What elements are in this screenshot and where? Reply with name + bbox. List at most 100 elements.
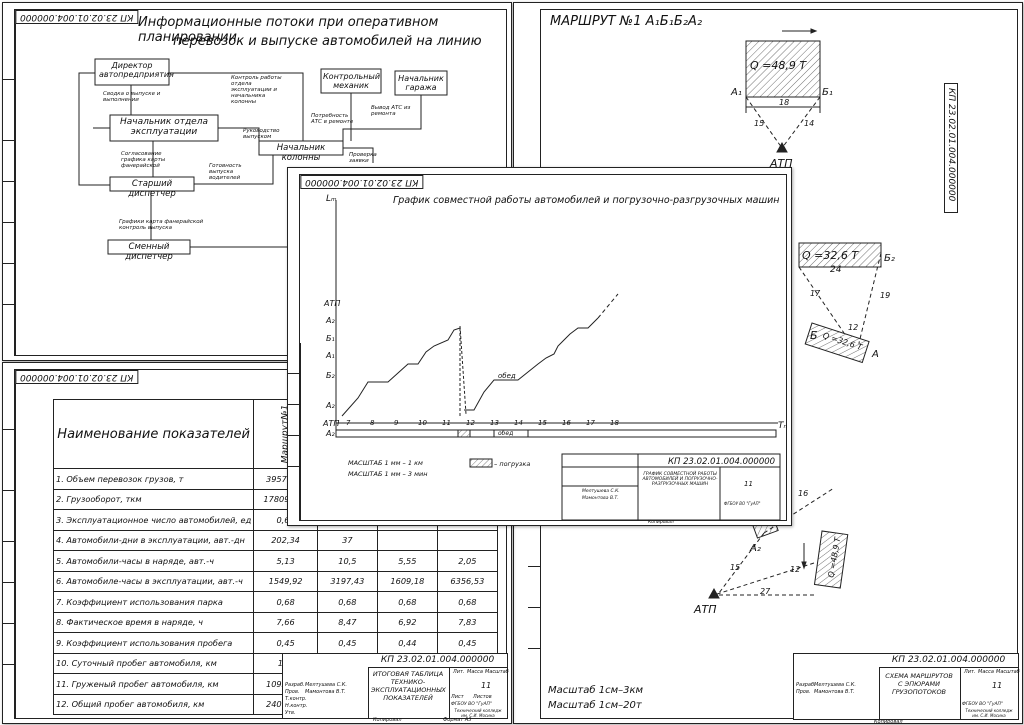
row-value: 0,45 bbox=[253, 632, 318, 654]
stamp-sheet-count: 11 bbox=[992, 681, 1003, 690]
row-value: 1609,18 bbox=[376, 570, 438, 592]
stamp-author: Мелтушева С.К. bbox=[582, 489, 620, 494]
x-tick: 15 bbox=[538, 419, 547, 427]
stamp-code: КП 23.02.01.004.000000 bbox=[668, 457, 776, 467]
table-row: 5. Автомобили-часы в наряде, авт.-ч 5,13 1… bbox=[52, 550, 498, 572]
point-b: Б bbox=[810, 329, 818, 342]
copied-by: Копировал bbox=[648, 520, 674, 525]
point-a2: А₂ bbox=[750, 543, 761, 554]
stamp-kontr: Т.контр. bbox=[285, 696, 307, 702]
point-a1: А₁ bbox=[731, 87, 742, 98]
dist-12-a: 12 bbox=[848, 323, 859, 332]
stamp-checker: Мамонтова В.Т. bbox=[305, 689, 346, 695]
box-control-mechanic: Контрольный механик bbox=[323, 72, 381, 90]
sheet-stub bbox=[3, 369, 16, 719]
row-value: 2,05 bbox=[436, 550, 498, 572]
x-tick: 7 bbox=[346, 419, 351, 427]
stamp-author: Мелтушева С.К. bbox=[814, 682, 856, 688]
table-row: 7. Коэффициент использования парка 0,68 0,… bbox=[52, 591, 498, 613]
row-name: 5. Автомобили-часы в наряде, авт.-ч bbox=[52, 550, 255, 572]
point-b1: Б₁ bbox=[822, 87, 833, 98]
x-tick: 8 bbox=[370, 419, 375, 427]
stamp-sheet-count: 11 bbox=[744, 480, 753, 488]
dist-14: 14 bbox=[804, 119, 815, 128]
label-potrebnost: Потребность АТС в ремонте bbox=[311, 113, 354, 125]
title-block: КП 23.02.01.004.000000 СХЕМА МАРШРУТОВ С… bbox=[793, 653, 1020, 720]
row-value: 0,68 bbox=[316, 591, 378, 613]
stamp-title: СХЕМА МАРШРУТОВ С ЭПЮРАМИ ГРУЗОПОТОКОВ bbox=[885, 672, 953, 696]
box-director: Директор автопредприятия bbox=[99, 61, 174, 79]
row-value: 8,47 bbox=[316, 611, 378, 633]
x-tick: 11 bbox=[442, 419, 451, 427]
dist-16: 16 bbox=[798, 489, 809, 498]
table-row: 6. Автомобиле-часы в эксплуатации, авт.-… bbox=[52, 570, 498, 592]
row-name: 2. Грузооборот, ткм bbox=[52, 488, 255, 510]
stamp-lit: Лит. bbox=[964, 669, 976, 675]
stamp-code: КП 23.02.01.004.000000 bbox=[891, 655, 1006, 665]
x-tick: 18 bbox=[610, 419, 619, 427]
label-proverka: Проверка заявки bbox=[349, 152, 377, 164]
stamp-prov: Пров. bbox=[796, 689, 811, 695]
row-value: 0,45 bbox=[436, 632, 498, 654]
row-value: 37 bbox=[316, 529, 378, 551]
stamp-massa: Масса bbox=[467, 669, 483, 675]
row-name: 10. Суточный пробег автомобиля, км bbox=[52, 652, 255, 674]
box-shift-dispatcher: Сменный диспетчер bbox=[125, 242, 173, 262]
table-row: 8. Фактическое время в наряде, ч 7,66 8,47… bbox=[52, 611, 498, 633]
row-value bbox=[436, 529, 498, 551]
stamp-title: ИТОГОВАЯ ТАБЛИЦА ТЕХНИКО-ЭКСПЛУАТАЦИОННЫ… bbox=[371, 670, 446, 702]
box-dept-chief: Начальник отдела эксплуатации bbox=[120, 117, 208, 137]
copied-by: Копировал bbox=[874, 719, 903, 724]
stamp-org: ФГБОУ ВО "ГуАП" bbox=[962, 702, 1004, 707]
row-value: 0,68 bbox=[436, 591, 498, 613]
scale-km: Масштаб 1см–3км bbox=[548, 685, 644, 696]
label-rukovodstvo: Руководство выпуском bbox=[243, 128, 280, 140]
table-row: 9. Коэффициент использования пробега 0,45… bbox=[52, 632, 498, 654]
format-label: Формат А3 bbox=[443, 717, 472, 723]
row-value: 202,34 bbox=[253, 529, 318, 551]
y-tick-a2-low: А₂ bbox=[326, 401, 335, 410]
dist-27: 27 bbox=[760, 587, 771, 596]
row-name: 9. Коэффициент использования пробега bbox=[52, 632, 255, 654]
stamp-checker: Мамонтова В.Т. bbox=[814, 689, 855, 695]
y-tick-a2: А₂ bbox=[326, 316, 335, 325]
stamp-org: ФГБОУ ВО "ГуАП" bbox=[724, 501, 761, 506]
label-svodka: Сводка о выпуске и выполнении bbox=[103, 91, 161, 103]
box-senior-dispatcher: Старший диспетчер bbox=[128, 179, 176, 199]
row-value: 0,44 bbox=[376, 632, 438, 654]
atp-label-bottom: АТП bbox=[694, 603, 717, 616]
stamp-listov: Листов bbox=[473, 694, 492, 700]
dist-15: 15 bbox=[754, 119, 765, 128]
row-a2: А₂ bbox=[326, 429, 335, 438]
lunch-label-graph: обед bbox=[498, 372, 516, 380]
box-garage-chief: Начальник гаража bbox=[398, 74, 444, 92]
dist-18: 18 bbox=[779, 98, 790, 107]
point-a: А bbox=[872, 349, 879, 360]
row-value: 3197,43 bbox=[316, 570, 378, 592]
stamp-checker: Мамонтова В.Т. bbox=[582, 496, 619, 501]
row-value: 5,13 bbox=[253, 550, 318, 572]
row-name: 8. Фактическое время в наряде, ч bbox=[52, 611, 255, 633]
x-tick: 16 bbox=[562, 419, 571, 427]
stamp-razrab: Разраб. bbox=[796, 682, 816, 688]
stamp-prov: Пров. bbox=[285, 689, 300, 695]
head-name: Наименование показателей bbox=[52, 399, 255, 469]
label-gotovnost: Готовность выпуска водителей bbox=[209, 163, 242, 181]
label-vyvod: Вывод АТС из ремонта bbox=[371, 105, 411, 117]
stamp-utv: Утв. bbox=[285, 710, 296, 716]
y-tick-b1: Б₁ bbox=[326, 334, 335, 343]
lunch-label-bar: обед bbox=[498, 430, 514, 437]
x-tick: 9 bbox=[394, 419, 399, 427]
box-column-chief: Начальник колонны bbox=[276, 143, 326, 163]
label-control: Контроль работы отдела эксплуатации и на… bbox=[231, 75, 282, 105]
row-value: 6,92 bbox=[376, 611, 438, 633]
x-tick: 10 bbox=[418, 419, 427, 427]
stamp-sheet-count: 11 bbox=[481, 681, 492, 690]
row-name: 6. Автомобиле-часы в эксплуатации, авт.-… bbox=[52, 570, 255, 592]
row-value: 0,68 bbox=[253, 591, 318, 613]
epure-q1: Q =48,9 Т bbox=[750, 59, 807, 72]
copied-by: Копировал bbox=[373, 717, 402, 723]
stamp-massa: Масса bbox=[978, 669, 994, 675]
row-value: 7,66 bbox=[253, 611, 318, 633]
row-value: 10,5 bbox=[316, 550, 378, 572]
